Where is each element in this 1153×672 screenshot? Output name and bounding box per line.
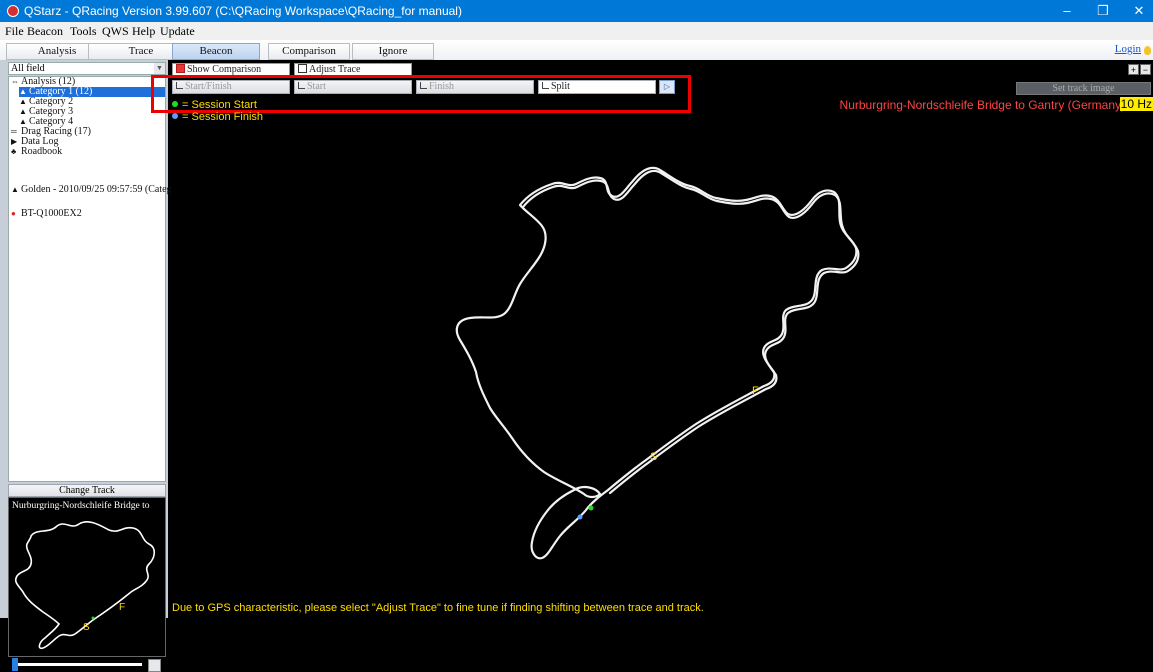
change-track-button[interactable]: Change Track [8, 484, 166, 497]
chevron-down-icon[interactable]: ▼ [154, 63, 165, 74]
zoom-out-icon[interactable]: − [1140, 64, 1151, 75]
tab-ignore[interactable]: Ignore [352, 43, 434, 60]
track-name: Nurburgring-Nordschleife Bridge to Gantr… [839, 98, 1125, 112]
track-icon: ▲ [19, 107, 27, 116]
close-button[interactable]: ✕ [1122, 0, 1153, 22]
analysis-icon: ⇔ [11, 77, 19, 86]
maximize-button[interactable]: ❐ [1086, 0, 1120, 22]
flag-icon: ▶ [11, 137, 18, 146]
field-select-value: All field [11, 63, 45, 74]
menu-tools[interactable]: Tools [70, 24, 97, 39]
minimap-track-shape: S F [14, 521, 156, 650]
unchecked-box-icon [298, 64, 307, 73]
map-zoom-controls: + − [1127, 64, 1151, 76]
device-icon: ● [11, 209, 16, 218]
menu-qws[interactable]: QWS [102, 24, 129, 39]
status-notice: Due to GPS characteristic, please select… [172, 602, 704, 614]
track-icon: ▲ [19, 97, 27, 106]
track-trace [455, 166, 860, 560]
zoom-slider[interactable] [12, 658, 142, 671]
zoom-in-icon[interactable]: + [1128, 64, 1139, 75]
track-icon: ▲ [19, 87, 27, 96]
minimap-title: Nurburgring-Nordschleife Bridge to [12, 501, 150, 511]
start-dot-icon [172, 101, 178, 107]
finish-dot-icon [172, 113, 178, 119]
minimize-button[interactable]: – [1050, 0, 1084, 22]
tree-item-roadbook[interactable]: ♣ Roadbook [11, 147, 62, 157]
field-select[interactable]: All field ▼ [8, 62, 166, 75]
track-map[interactable]: S F [168, 120, 1153, 598]
menu-beacon[interactable]: Beacon [27, 24, 63, 39]
minimap-s-marker: S [83, 622, 90, 633]
checked-box-icon [176, 64, 185, 73]
session-tree: ⇔ Analysis (12) ▲ Category 1 (12) ▲ Categor… [8, 76, 172, 482]
session-finish-dot [577, 514, 583, 520]
sample-rate-badge: 10 Hz [1119, 97, 1153, 111]
minimap-start-dot [91, 616, 95, 620]
track-icon: ▲ [11, 185, 19, 194]
menu-update[interactable]: Update [160, 24, 195, 39]
set-track-image-button[interactable]: Set track image [1016, 82, 1151, 95]
tab-comparison[interactable]: Comparison [268, 43, 350, 60]
track-minimap[interactable]: Nurburgring-Nordschleife Bridge to S F [8, 497, 166, 657]
main-tab-bar: Analysis Trace Beacon Comparison Ignore … [0, 40, 1153, 60]
app-icon[interactable] [7, 5, 19, 17]
title-bar: QStarz - QRacing Version 3.99.607 (C:\QR… [0, 0, 1153, 22]
menu-help[interactable]: Help [132, 24, 155, 39]
legend-session-start: = Session Start [172, 99, 257, 111]
lightbulb-icon[interactable] [1144, 46, 1151, 55]
tree-item-golden-session[interactable]: ▲ Golden - 2010/09/25 09:57:59 (Categ [11, 185, 172, 195]
login-link[interactable]: Login [1115, 43, 1141, 55]
left-panel: All field ▼ ⇔ Analysis (12) ▲ Category 1 (… [0, 60, 172, 672]
drag-icon: ═ [11, 127, 17, 136]
roadbook-icon: ♣ [11, 147, 17, 156]
tab-beacon[interactable]: Beacon [172, 43, 260, 60]
menu-bar: File Beacon Tools QWS Help Update [0, 22, 1153, 40]
session-start-dot [588, 505, 594, 511]
s-marker: S [650, 451, 657, 463]
window-title: QStarz - QRacing Version 3.99.607 (C:\QR… [24, 4, 462, 18]
f-marker: F [752, 385, 759, 397]
tree-item-device[interactable]: ● BT-Q1000EX2 [11, 209, 82, 219]
menu-file[interactable]: File [5, 24, 24, 39]
minimap-f-marker: F [119, 602, 125, 613]
fit-view-icon[interactable] [148, 659, 161, 672]
zoom-slider-thumb[interactable] [12, 658, 18, 671]
